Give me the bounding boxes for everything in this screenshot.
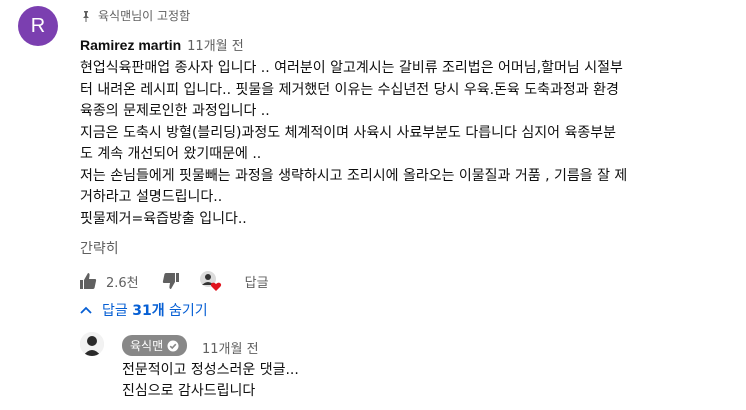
comment-author[interactable]: Ramirez martin: [80, 37, 181, 53]
chevron-up-icon: [80, 306, 92, 314]
avatar-letter: R: [30, 14, 46, 37]
commenter-avatar[interactable]: R: [18, 6, 58, 46]
reply-author: 육식맨: [130, 339, 164, 353]
creator-author-badge[interactable]: 육식맨: [122, 335, 188, 356]
comment-body: 현업식육판매업 종사자 입니다 .. 여러분이 알고계시는 갈비류 조리법은 어…: [80, 58, 720, 230]
comment-actions: 2.6천 답글: [78, 270, 269, 292]
replies-toggle-text: 답글 31개 숨기기: [102, 300, 208, 320]
comment-line: 저는 손님들에게 핏물빼는 과정을 생략하시고 조리시에 올라오는 이물질과 거…: [80, 167, 628, 184]
replies-count: 31개: [132, 303, 165, 319]
comment-line: 도 계속 개선되어 왔기때문에 ..: [80, 146, 262, 162]
comment-line: 핏물제거=육즙방출 입니다..: [80, 210, 247, 227]
like-icon[interactable]: [78, 271, 98, 291]
pinned-label: 육식맨님이 고정함: [80, 7, 190, 24]
show-less-button[interactable]: 간략히: [80, 238, 119, 258]
hide-replies-button[interactable]: 답글 31개 숨기기: [80, 300, 208, 320]
creator-heart-icon: [199, 271, 221, 291]
pin-icon: [83, 10, 89, 22]
reply-avatar[interactable]: [80, 332, 104, 356]
reply-line: 전문적이고 정성스러운 댓글...: [122, 362, 299, 378]
creator-heart: [199, 270, 223, 292]
reply-line: 진심으로 감사드립니다: [122, 383, 256, 399]
comment-header: Ramirez martin 11개월 전: [80, 35, 244, 54]
comment-line: 터 내려온 레시피 입니다.. 핏물을 제거했던 이유는 수십년전 당시 우육.…: [80, 81, 619, 98]
like-count: 2.6천: [106, 275, 139, 291]
comment-time[interactable]: 11개월 전: [187, 35, 244, 54]
replies-suffix: 숨기기: [164, 303, 208, 319]
replies-prefix: 답글: [102, 303, 133, 319]
comment-line: 지금은 도축시 방혈(블리딩)과정도 체계적이며 사육시 사료부분도 다릅니다 …: [80, 124, 616, 141]
reply-time[interactable]: 11개월 전: [202, 338, 259, 357]
comment-line: 육종의 문제로인한 과정입니다 ..: [80, 103, 270, 119]
comment-line: 거하라고 설명드립니다..: [80, 189, 223, 205]
reply-body: 전문적이고 정성스러운 댓글... 진심으로 감사드립니다: [122, 360, 299, 402]
pinned-text: 육식맨님이 고정함: [98, 9, 191, 23]
reply-button[interactable]: 답글: [245, 272, 269, 291]
dislike-icon[interactable]: [161, 271, 181, 291]
verified-check-icon: [167, 340, 179, 351]
comment-line: 현업식육판매업 종사자 입니다 .. 여러분이 알고계시는 갈비류 조리법은 어…: [80, 60, 623, 76]
